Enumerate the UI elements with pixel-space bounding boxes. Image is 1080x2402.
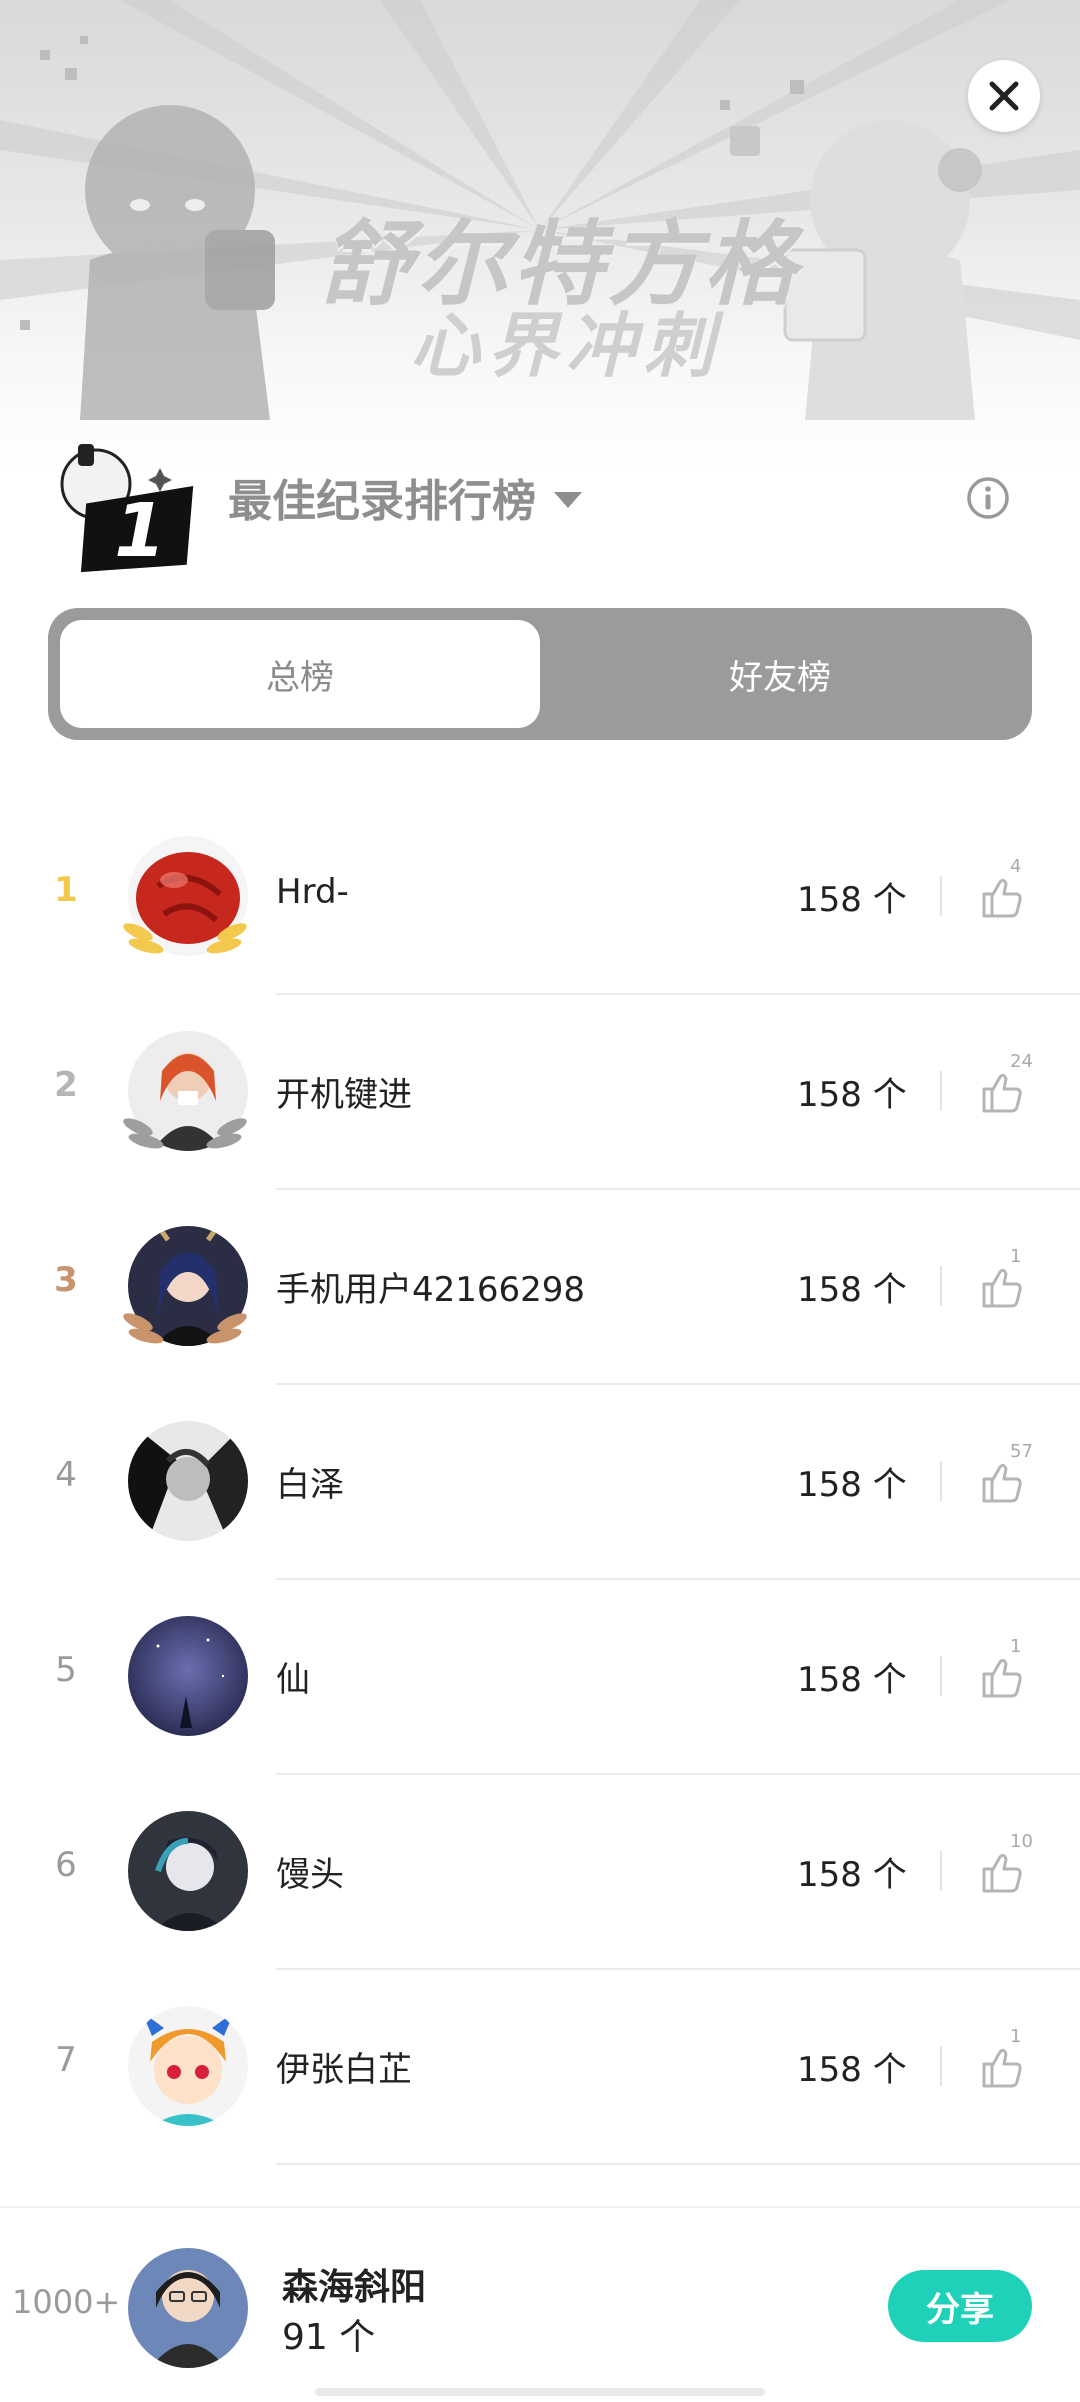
rank-number: 6 xyxy=(55,1845,77,1885)
my-name: 森海斜阳 xyxy=(282,2267,427,2308)
like-button[interactable] xyxy=(978,1644,1038,1704)
divider xyxy=(940,1656,942,1696)
like-count: 57 xyxy=(1010,1441,1033,1462)
leaderboard-row[interactable]: 2 开机键进 158 个 24 xyxy=(0,995,1080,1190)
rank-number: 2 xyxy=(54,1065,78,1105)
divider xyxy=(940,1851,942,1891)
my-rank: 1000+ xyxy=(12,2283,121,2321)
row-divider xyxy=(276,2163,1080,2165)
home-indicator xyxy=(315,2388,765,2396)
rank-wreath-icon xyxy=(123,1313,247,1344)
user-name: 开机键进 xyxy=(276,1075,412,1115)
user-score: 158 个 xyxy=(797,1855,907,1895)
thumbs-up-icon xyxy=(982,1268,1022,1308)
board-logo: 1 xyxy=(48,428,198,574)
rank-number: 5 xyxy=(55,1650,77,1690)
user-name: 伊张白芷 xyxy=(276,2050,412,2090)
user-name: 白泽 xyxy=(276,1465,344,1505)
like-count: 1 xyxy=(1010,2026,1022,2047)
user-avatar[interactable] xyxy=(112,1421,258,1557)
close-button[interactable] xyxy=(968,60,1040,132)
user-score: 158 个 xyxy=(797,1465,907,1505)
thumbs-up-icon xyxy=(982,2048,1022,2088)
like-count: 24 xyxy=(1010,1051,1033,1072)
leaderboard-row[interactable]: 7 伊张白芷 158 个 1 xyxy=(0,1970,1080,2165)
rank-number: 1 xyxy=(54,870,78,910)
my-avatar[interactable] xyxy=(128,2248,248,2368)
share-button[interactable]: 分享 xyxy=(888,2270,1032,2342)
banner: 舒尔特方格 心界冲刺 xyxy=(0,0,1080,470)
rank-number: 4 xyxy=(55,1455,77,1495)
user-name: 仙 xyxy=(276,1660,310,1700)
user-avatar[interactable] xyxy=(112,2006,258,2142)
banner-subtitle: 心界冲刺 xyxy=(410,305,722,387)
rank-wreath-icon xyxy=(123,923,247,954)
user-score: 158 个 xyxy=(797,2050,907,2090)
thumbs-up-icon xyxy=(982,1073,1022,1113)
thumbs-up-icon xyxy=(982,1463,1022,1503)
caret-down-icon xyxy=(554,492,582,508)
like-count: 1 xyxy=(1010,1246,1022,1267)
divider xyxy=(940,876,942,916)
divider xyxy=(940,2046,942,2086)
leaderboard-row[interactable]: 5 仙 158 个 1 xyxy=(0,1580,1080,1775)
board-logo-number: 1 xyxy=(114,488,166,573)
rank-wreath-icon xyxy=(123,1118,247,1149)
thumbs-up-icon xyxy=(982,1853,1022,1893)
user-avatar[interactable] xyxy=(112,1811,258,1947)
tab-friends[interactable]: 好友榜 xyxy=(540,620,1020,728)
user-avatar[interactable] xyxy=(112,1616,258,1752)
thumbs-up-icon xyxy=(982,1658,1022,1698)
my-rank-bar: 1000+ 森海斜阳 91 个 分享 xyxy=(0,2206,1080,2402)
leaderboard-row[interactable]: 4 白泽 158 个 57 xyxy=(0,1385,1080,1580)
leaderboard-row[interactable]: 6 馒头 158 个 10 xyxy=(0,1775,1080,1970)
rank-number: 7 xyxy=(55,2040,77,2080)
my-score: 91 个 xyxy=(282,2317,376,2358)
user-name: 馒头 xyxy=(276,1855,344,1895)
board-title: 最佳纪录排行榜 xyxy=(228,476,536,527)
thumbs-up-icon xyxy=(982,878,1022,918)
user-avatar[interactable] xyxy=(112,836,258,972)
user-score: 158 个 xyxy=(797,1075,907,1115)
user-avatar[interactable] xyxy=(112,1031,258,1167)
divider xyxy=(940,1266,942,1306)
like-button[interactable] xyxy=(978,864,1038,924)
leaderboard-row[interactable]: 3 手机用户42166298 158 个 1 xyxy=(0,1190,1080,1385)
like-button[interactable] xyxy=(978,2034,1038,2094)
info-button[interactable] xyxy=(966,476,1010,520)
user-avatar[interactable] xyxy=(112,1226,258,1362)
leaderboard-tabs: 总榜 好友榜 xyxy=(48,608,1032,740)
like-count: 1 xyxy=(1010,1636,1022,1657)
like-button[interactable] xyxy=(978,1254,1038,1314)
user-score: 158 个 xyxy=(797,880,907,920)
divider xyxy=(940,1071,942,1111)
user-name: Hrd- xyxy=(276,872,349,912)
board-selector[interactable]: 最佳纪录排行榜 xyxy=(228,465,582,529)
tab-overall[interactable]: 总榜 xyxy=(60,620,540,728)
info-icon xyxy=(967,477,1009,519)
user-name: 手机用户42166298 xyxy=(276,1270,586,1310)
close-icon xyxy=(989,81,1019,111)
user-score: 158 个 xyxy=(797,1270,907,1310)
rank-number: 3 xyxy=(54,1260,78,1300)
user-score: 158 个 xyxy=(797,1660,907,1700)
like-count: 4 xyxy=(1010,856,1022,877)
leaderboard-row[interactable]: 1 Hrd- 158 个 4 xyxy=(0,800,1080,995)
divider xyxy=(940,1461,942,1501)
like-count: 10 xyxy=(1010,1831,1033,1852)
